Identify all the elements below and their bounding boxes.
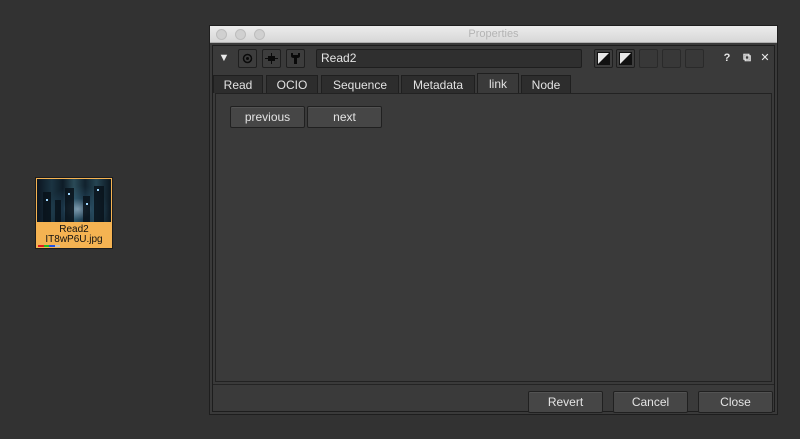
node-thumbnail xyxy=(37,179,111,222)
previous-button[interactable]: previous xyxy=(230,106,305,128)
node-name-field[interactable]: Read2 xyxy=(316,49,582,68)
window-minimize-dot[interactable] xyxy=(235,29,246,40)
tab-bar: Read OCIO Sequence Metadata link Node xyxy=(213,73,774,93)
cancel-button[interactable]: Cancel xyxy=(613,391,688,413)
node-properties-panel: ▼ Read2 ? ⧉ ✕ Read OCIO Sequence Metadat… xyxy=(212,45,775,413)
triangle-down-icon[interactable]: ▼ xyxy=(217,49,231,68)
window-titlebar[interactable]: Properties xyxy=(210,26,777,43)
tab-sequence[interactable]: Sequence xyxy=(321,75,399,93)
tab-read[interactable]: Read xyxy=(213,75,263,93)
undo-icon[interactable] xyxy=(639,49,658,68)
output-color-swatch[interactable] xyxy=(616,49,635,68)
tab-link[interactable]: link xyxy=(477,73,519,93)
channel-indicator xyxy=(38,245,60,247)
tab-metadata[interactable]: Metadata xyxy=(401,75,475,93)
circle-dot-icon[interactable] xyxy=(238,49,257,68)
wrench-icon[interactable] xyxy=(286,49,305,68)
close-panel-icon[interactable]: ✕ xyxy=(758,49,772,68)
tab-ocio[interactable]: OCIO xyxy=(266,75,318,93)
tab-node[interactable]: Node xyxy=(521,75,571,93)
footer-divider xyxy=(213,384,774,385)
close-button[interactable]: Close xyxy=(698,391,773,413)
float-panel-icon[interactable]: ⧉ xyxy=(740,49,754,68)
input-color-swatch[interactable] xyxy=(594,49,613,68)
window-close-dot[interactable] xyxy=(216,29,227,40)
revert-icon[interactable] xyxy=(685,49,704,68)
link-tab-content: previous next xyxy=(215,93,772,382)
read-node[interactable]: Read2 IT8wP6U.jpg xyxy=(35,177,113,249)
next-button[interactable]: next xyxy=(307,106,382,128)
panel-toolbar: ▼ Read2 ? ⧉ ✕ xyxy=(213,46,774,72)
window-zoom-dot[interactable] xyxy=(254,29,265,40)
window-title: Properties xyxy=(468,28,519,40)
revert-button[interactable]: Revert xyxy=(528,391,603,413)
node-file-label: IT8wP6U.jpg xyxy=(45,234,103,245)
redo-icon[interactable] xyxy=(662,49,681,68)
properties-window: Properties ▼ Read2 ? ⧉ ✕ Read OCIO Seque… xyxy=(209,25,778,415)
help-icon[interactable]: ? xyxy=(720,49,734,68)
node-icon[interactable] xyxy=(262,49,281,68)
